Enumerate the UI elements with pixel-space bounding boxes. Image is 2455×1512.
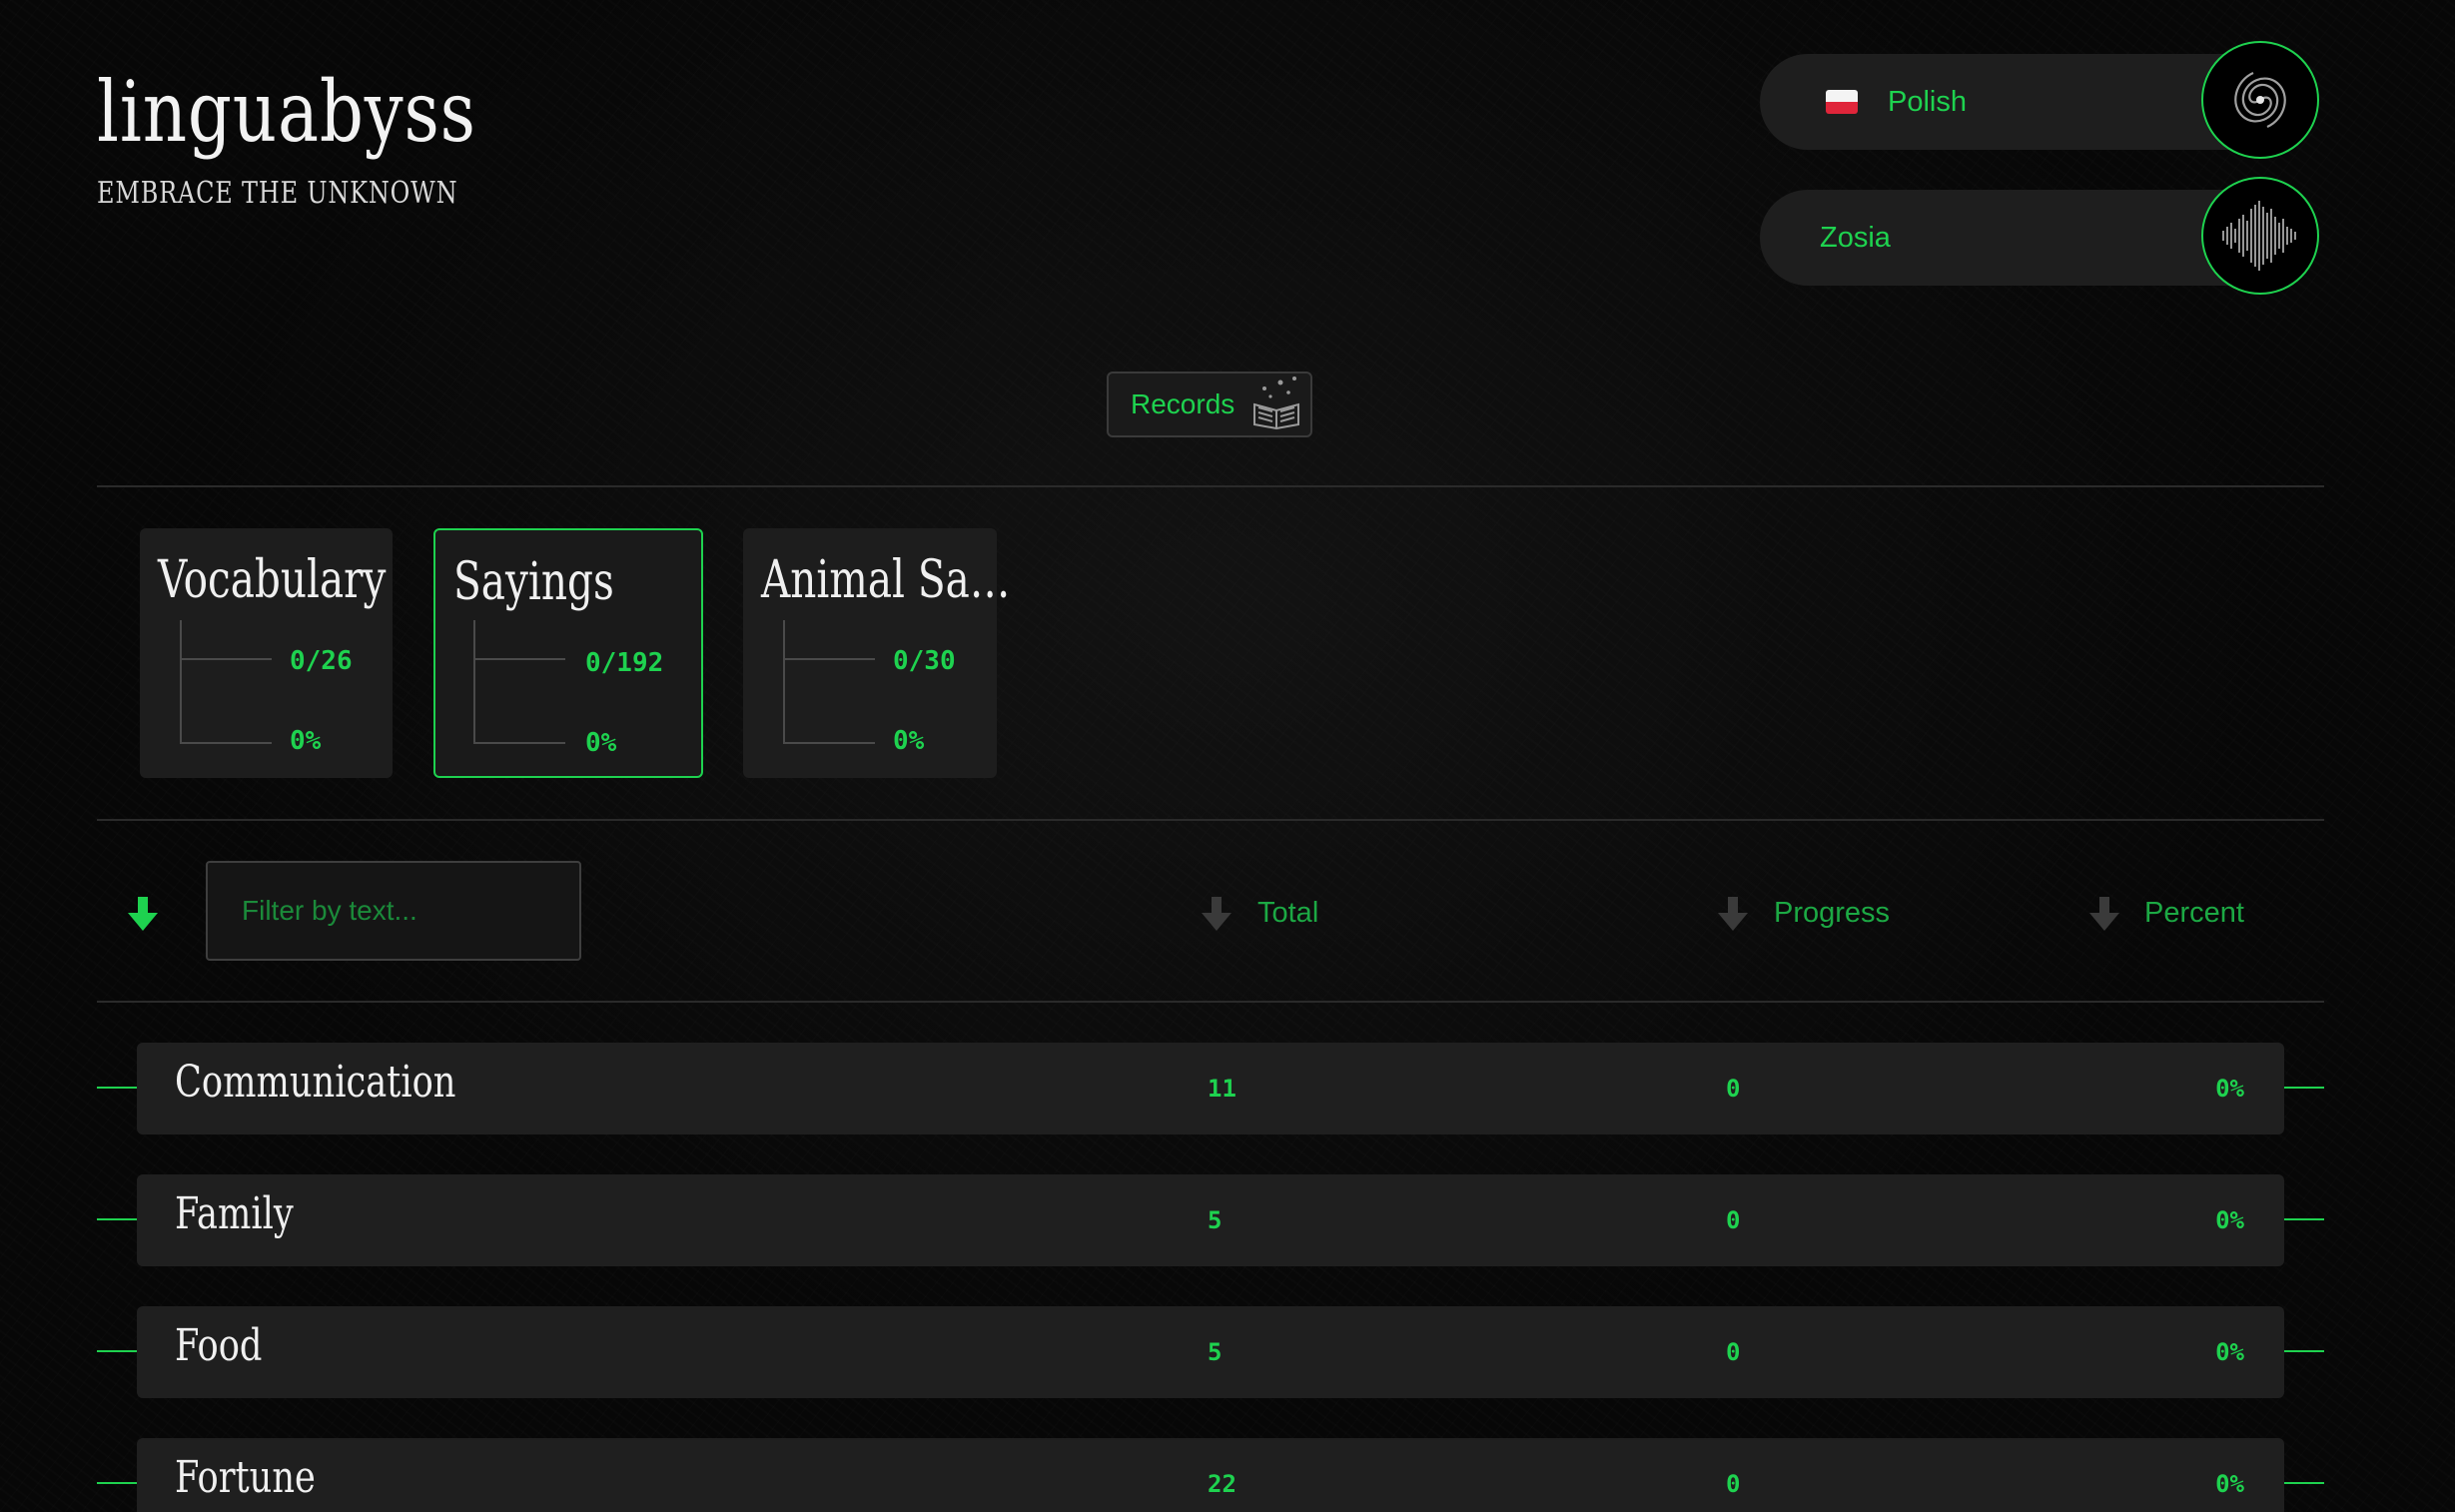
sort-progress-arrow-icon[interactable] <box>1718 897 1748 931</box>
brand: linguabyss EMBRACE THE UNKNOWN <box>97 70 559 211</box>
row-total: 11 <box>1208 1075 1236 1103</box>
row-name: Food <box>175 1320 263 1371</box>
progress-chart <box>783 620 875 744</box>
records-button[interactable]: Records <box>1107 372 1312 437</box>
row-progress: 0 <box>1726 1470 1741 1498</box>
row-percent: 0% <box>2215 1206 2244 1234</box>
app-tagline: EMBRACE THE UNKNOWN <box>97 176 458 211</box>
category-card-title: Sayings <box>453 552 614 612</box>
column-header-percent[interactable]: Percent <box>2144 897 2244 930</box>
row-percent: 0% <box>2215 1075 2244 1103</box>
column-header-progress[interactable]: Progress <box>1774 897 1890 930</box>
filter-input[interactable] <box>206 861 581 961</box>
language-label: Polish <box>1888 86 1967 118</box>
waveform-avatar-icon[interactable] <box>2201 177 2319 295</box>
category-percent: 0% <box>585 728 617 758</box>
sort-arrow-down-icon[interactable] <box>128 897 158 931</box>
row-progress: 0 <box>1726 1075 1741 1103</box>
row-name: Communication <box>175 1057 456 1108</box>
row-name: Family <box>175 1188 294 1239</box>
row-progress: 0 <box>1726 1206 1741 1234</box>
category-card-animal-sayings[interactable]: Animal Sa… 0/30 0% <box>743 528 1010 778</box>
category-card-title: Vocabulary <box>158 550 387 610</box>
sort-total-arrow-icon[interactable] <box>1202 897 1231 931</box>
category-count: 0/26 <box>290 646 353 676</box>
table-row[interactable]: Food 5 0 0% <box>137 1306 2284 1398</box>
row-percent: 0% <box>2215 1470 2244 1498</box>
category-count: 0/192 <box>585 648 664 678</box>
progress-chart <box>473 620 565 744</box>
row-progress: 0 <box>1726 1338 1741 1366</box>
row-total: 5 <box>1208 1338 1223 1366</box>
open-book-icon <box>1250 375 1302 435</box>
table-row[interactable]: Family 5 0 0% <box>137 1174 2284 1266</box>
category-card-vocabulary[interactable]: Vocabulary 0/26 0% <box>140 528 393 778</box>
category-count: 0/30 <box>893 646 956 676</box>
sort-percent-arrow-icon[interactable] <box>2089 897 2119 931</box>
divider <box>97 819 2324 821</box>
column-header-total[interactable]: Total <box>1257 897 1318 930</box>
app-title: linguabyss <box>97 63 476 161</box>
category-percent: 0% <box>290 726 322 756</box>
row-total: 22 <box>1208 1470 1236 1498</box>
progress-chart <box>180 620 272 744</box>
divider <box>97 1001 2324 1003</box>
table-row[interactable]: Communication 11 0 0% <box>137 1043 2284 1134</box>
category-card-title: Animal Sa… <box>761 550 1011 610</box>
user-name: Zosia <box>1820 222 1891 254</box>
records-label: Records <box>1131 388 1235 419</box>
row-name: Fortune <box>175 1452 316 1503</box>
category-card-sayings[interactable]: Sayings 0/192 0% <box>433 528 703 778</box>
poland-flag-icon <box>1826 90 1858 114</box>
row-total: 5 <box>1208 1206 1223 1234</box>
table-row[interactable]: Fortune 22 0 0% <box>137 1438 2284 1512</box>
spiral-galaxy-avatar-icon[interactable] <box>2201 41 2319 159</box>
divider <box>97 485 2324 487</box>
row-percent: 0% <box>2215 1338 2244 1366</box>
category-percent: 0% <box>893 726 925 756</box>
